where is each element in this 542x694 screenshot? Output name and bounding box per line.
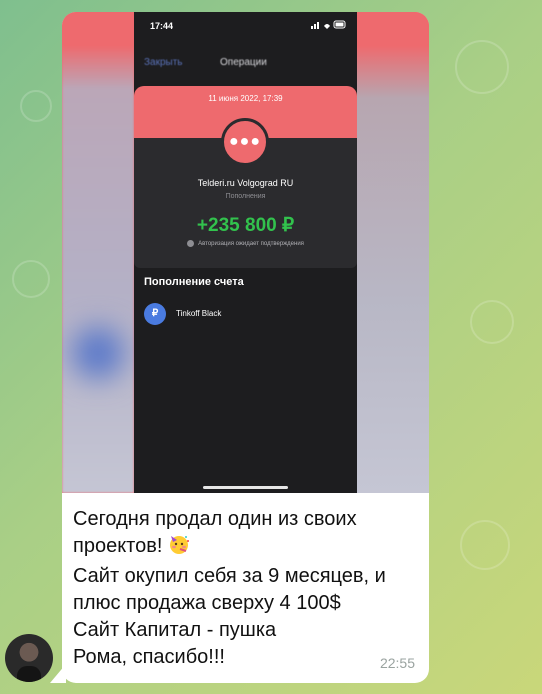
nav-title: Операции <box>220 57 267 68</box>
auth-status-text: Авторизация ожидает подтверждения <box>198 241 304 248</box>
message-text: Сегодня продал один из своих проектов! С… <box>73 506 423 671</box>
operation-amount: +235 800 ₽ <box>196 215 295 236</box>
operation-category: Пополнения <box>225 193 266 200</box>
dots-icon: ●●● <box>229 133 261 150</box>
phone-screenshot: 17:44 Закрыть Операции 11 июня 2022, 17:… <box>134 12 357 493</box>
message-line: Сайт Капитал - пушка <box>73 619 277 641</box>
message-bubble[interactable]: 17:44 Закрыть Операции 11 июня 2022, 17:… <box>62 12 429 683</box>
message-line: Сегодня продал один из своих <box>73 508 357 530</box>
merchant-name: Telderi.ru Volgograd RU <box>197 178 294 188</box>
status-bar: 17:44 <box>134 12 357 38</box>
avatar[interactable] <box>5 634 53 682</box>
merchant-logo: ●●● <box>221 118 269 166</box>
photo-blue-glow <box>72 327 124 379</box>
message-photo[interactable]: 17:44 Закрыть Операции 11 июня 2022, 17:… <box>62 12 429 493</box>
close-button: Закрыть <box>144 57 183 68</box>
background-doodle <box>12 260 50 298</box>
status-time: 17:44 <box>150 21 174 31</box>
message-line: проектов! <box>73 533 423 563</box>
photo-blur-left <box>62 12 134 493</box>
message-line: плюс продажа сверху 4 100$ <box>73 592 341 614</box>
photo-blur-right <box>357 12 429 493</box>
nav-bar: Закрыть Операции <box>134 52 357 82</box>
background-doodle <box>20 90 52 122</box>
message-line: Сайт окупил себя за 9 месяцев, и <box>73 565 386 587</box>
account-name: Tinkoff Black <box>176 309 222 318</box>
operation-card: 11 июня 2022, 17:39 ●●● Telderi.ru Volgo… <box>134 86 357 268</box>
clock-icon <box>187 240 195 247</box>
message-line: Рома, спасибо!!! <box>73 646 225 668</box>
ruble-icon: ₽ <box>144 303 166 325</box>
operation-date: 11 июня 2022, 17:39 <box>208 94 283 103</box>
partying-face-emoji <box>168 533 190 563</box>
background-doodle <box>470 300 514 344</box>
auth-status: Авторизация ожидает подтверждения <box>134 240 357 247</box>
home-indicator <box>203 486 288 489</box>
background-doodle <box>455 40 509 94</box>
status-icons <box>311 20 347 31</box>
section-title: Пополнение счета <box>144 276 244 288</box>
message-line-text: проектов! <box>73 535 163 557</box>
background-doodle <box>460 520 510 570</box>
message-time: 22:55 <box>379 655 415 671</box>
